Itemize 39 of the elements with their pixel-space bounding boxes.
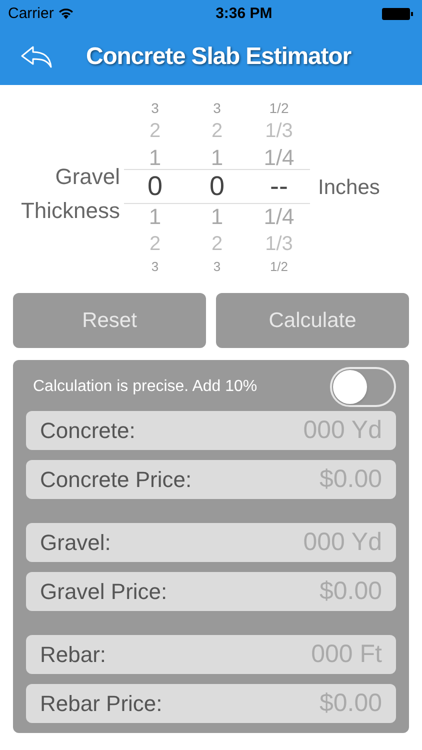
picker-option[interactable]: 2 — [149, 114, 161, 140]
result-label: Gravel: — [40, 529, 111, 557]
picker-option[interactable]: 1 — [148, 204, 162, 232]
picker-option[interactable]: 1 — [148, 140, 162, 168]
picker-selected-value[interactable]: -- — [248, 168, 310, 204]
result-label: Concrete Price: — [40, 466, 192, 494]
result-label: Gravel Price: — [40, 578, 168, 606]
reset-button[interactable]: Reset — [13, 293, 206, 348]
picker-label: Gravel Thickness — [20, 163, 120, 225]
picker-selected-value[interactable]: 0 — [186, 168, 248, 204]
clock-time: 3:36 PM — [216, 4, 272, 24]
battery-icon — [382, 8, 414, 20]
precise-switch[interactable] — [330, 367, 396, 407]
carrier-label: Carrier — [8, 4, 54, 24]
picker-option[interactable]: 3 — [213, 96, 221, 114]
calculate-button[interactable]: Calculate — [216, 293, 409, 348]
unit-label: Inches — [318, 175, 380, 202]
picker-option[interactable]: 1/2 — [270, 258, 288, 272]
picker-option[interactable]: 3 — [213, 258, 221, 272]
back-arrow-icon[interactable] — [20, 44, 54, 68]
picker-option[interactable]: 1 — [210, 140, 224, 168]
picker-option[interactable]: 1 — [210, 204, 224, 232]
picker-option[interactable]: 2 — [211, 114, 223, 140]
picker-option[interactable]: 1/4 — [264, 140, 294, 168]
picker-selected-value[interactable]: 0 — [124, 168, 186, 204]
picker-option[interactable]: 1/3 — [265, 114, 293, 140]
wifi-icon — [58, 8, 74, 20]
picker-option[interactable]: 2 — [211, 232, 223, 258]
picker-option[interactable]: 2 — [149, 232, 161, 258]
precise-label: Calculation is precise. Add 10% — [33, 377, 258, 397]
picker-option[interactable]: 3 — [151, 258, 159, 272]
result-label: Concrete: — [40, 417, 136, 445]
result-label: Rebar: — [40, 641, 106, 669]
picker-option[interactable]: 1/3 — [265, 232, 293, 258]
result-label: Rebar Price: — [40, 690, 162, 718]
screen-title: Concrete Slab Estimator — [86, 42, 351, 72]
picker-option[interactable]: 1/4 — [264, 204, 294, 232]
picker-option[interactable]: 1/2 — [269, 96, 289, 114]
picker-option[interactable]: 3 — [151, 96, 159, 114]
